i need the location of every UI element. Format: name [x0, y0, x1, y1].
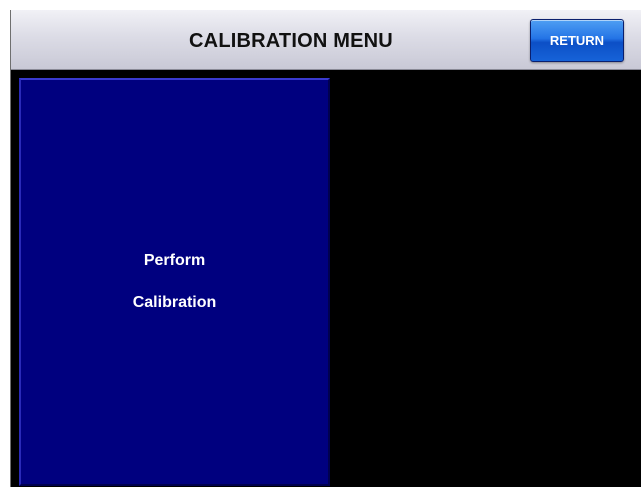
perform-calibration-button[interactable]: Perform Calibration	[19, 78, 330, 486]
return-button[interactable]: RETURN	[530, 19, 624, 62]
calibration-screen: CALIBRATION MENU RETURN Perform Calibrat…	[10, 10, 641, 487]
perform-calibration-label-line1: Perform	[143, 252, 206, 269]
perform-calibration-label-line2: Calibration	[132, 294, 217, 311]
header-bar: CALIBRATION MENU RETURN	[11, 10, 641, 70]
page-title: CALIBRATION MENU	[189, 30, 393, 52]
